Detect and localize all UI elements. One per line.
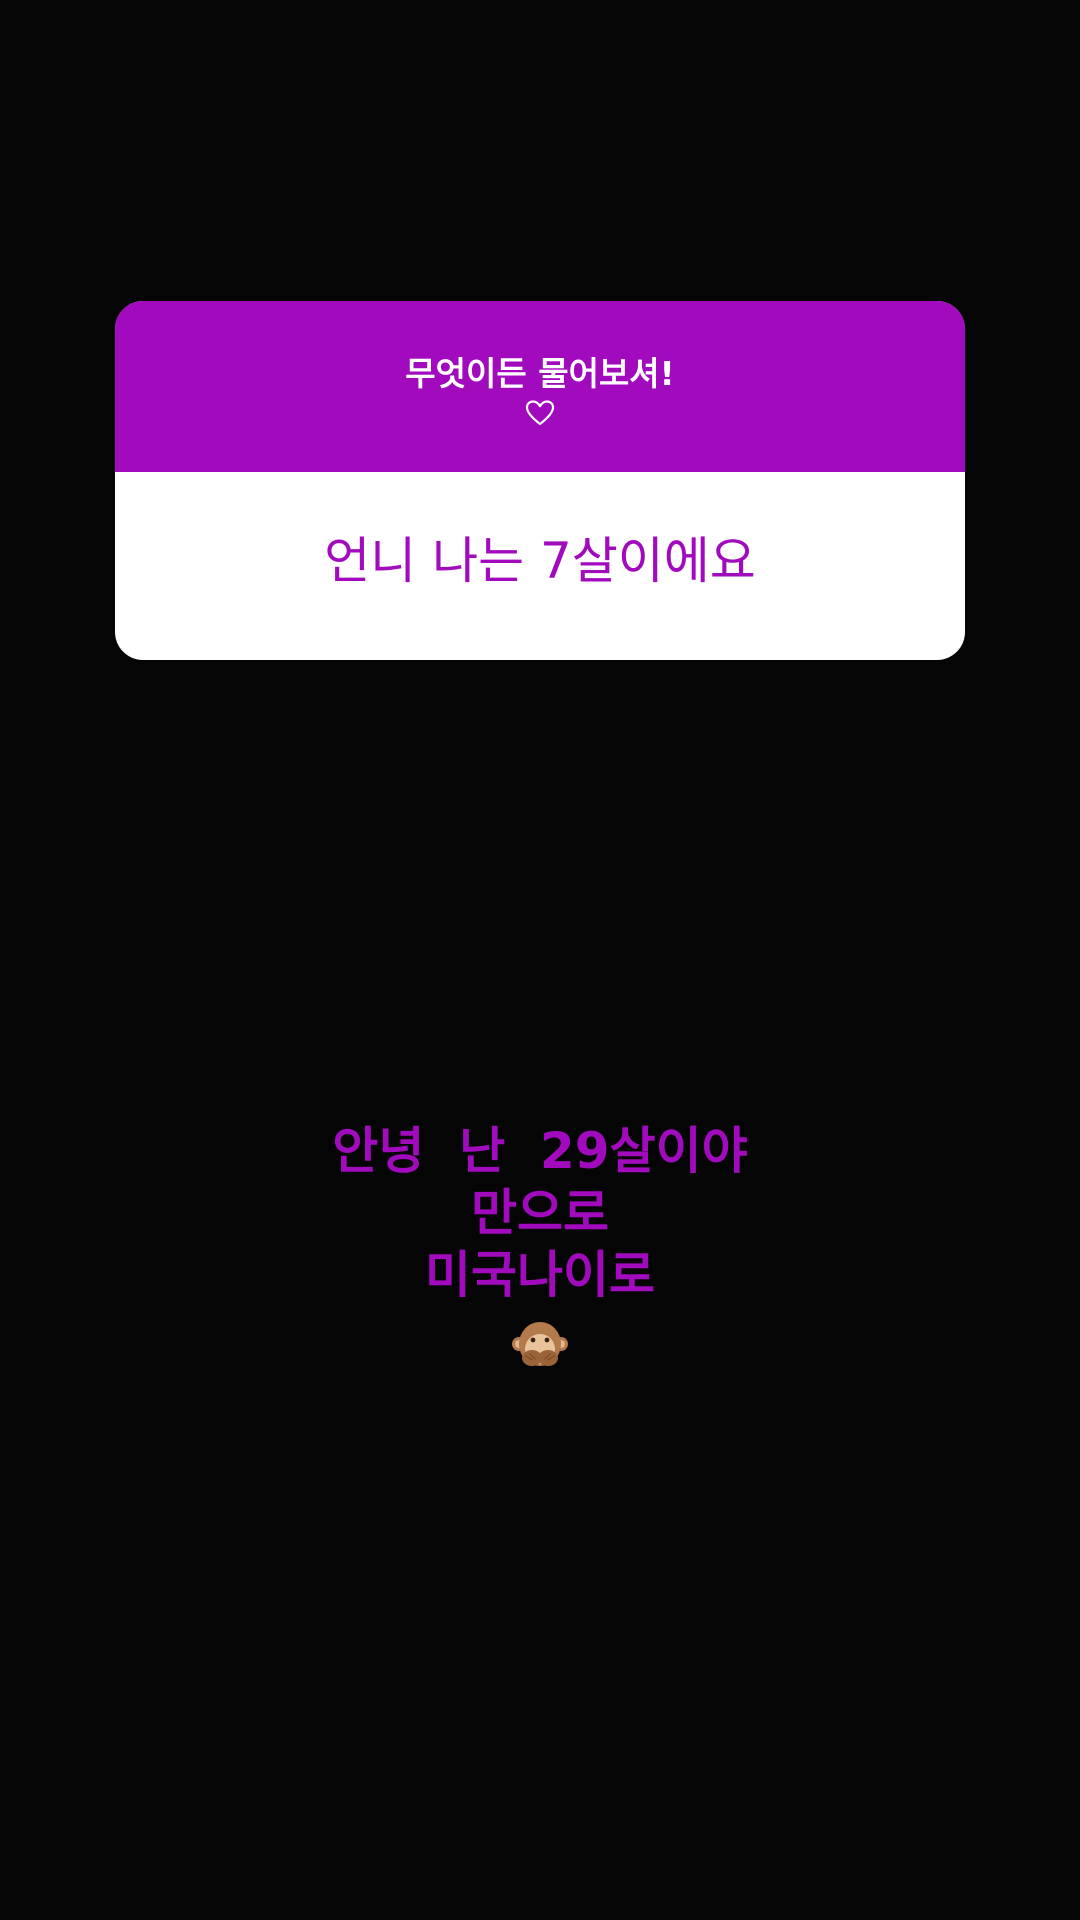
question-sticker-answer: 언니 나는 7살이에요	[324, 532, 756, 590]
story-caption: 안녕 난 29살이야 만으로 미국나이로	[0, 1120, 1080, 1376]
caption-line: 안녕 난 29살이야	[332, 1122, 748, 1180]
caption-line: 미국나이로	[425, 1246, 655, 1304]
story-canvas: 무엇이든 물어보셔! 언니 나는 7살이에요 안녕 난 29살이야 만으로 미국…	[0, 0, 1080, 1920]
question-sticker[interactable]: 무엇이든 물어보셔! 언니 나는 7살이에요	[115, 301, 965, 660]
question-sticker-title: 무엇이든 물어보셔!	[405, 353, 675, 393]
heart-outline-icon	[525, 399, 555, 425]
question-sticker-header: 무엇이든 물어보셔!	[115, 301, 965, 472]
see-no-evil-monkey-icon	[512, 1322, 568, 1366]
caption-line: 만으로	[471, 1184, 609, 1242]
